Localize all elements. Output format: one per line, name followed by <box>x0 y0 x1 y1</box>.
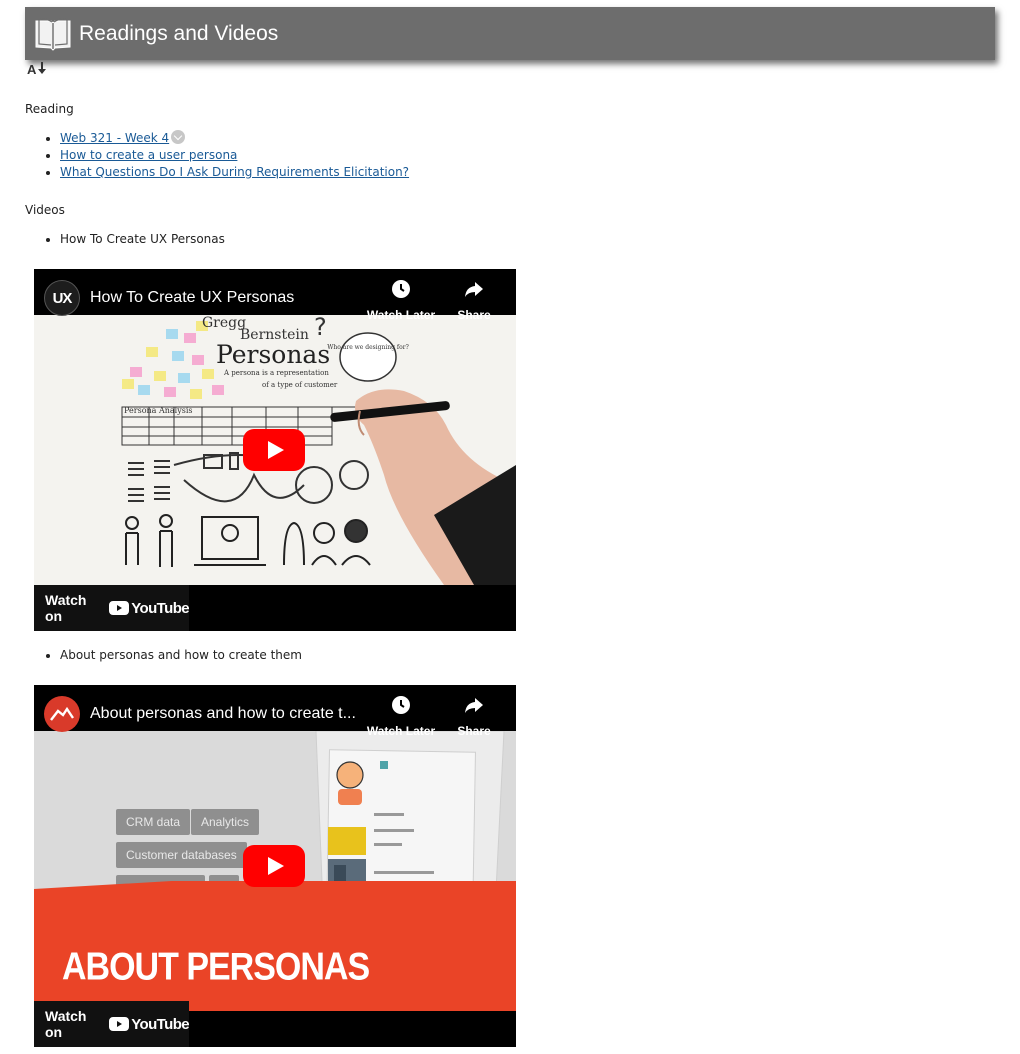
youtube-wordmark: YouTube <box>131 1015 189 1033</box>
video-list-1: How To Create UX Personas <box>42 231 225 248</box>
reading-list: Web 321 - Week 4 How to create a user pe… <box>42 130 409 181</box>
watch-later-label: Watch Later <box>366 308 436 322</box>
video-list-2: About personas and how to create them <box>42 647 302 664</box>
thumb-speech-bubble: Who are we designing for? <box>327 344 409 351</box>
share-arrow-icon <box>465 698 483 713</box>
list-item: How to create a user persona <box>60 147 409 164</box>
videos-heading: Videos <box>25 203 65 217</box>
channel-avatar[interactable] <box>44 696 80 732</box>
youtube-logo-icon <box>109 1017 130 1031</box>
reading-heading: Reading <box>25 102 74 116</box>
watch-on-youtube-button[interactable]: Watch on YouTube <box>34 1001 190 1047</box>
channel-avatar[interactable]: UX <box>44 280 80 316</box>
thumb-text-definition-2: of a type of customer <box>262 381 338 389</box>
youtube-play-button[interactable] <box>243 845 305 887</box>
thumb-text-personas: Personas <box>216 340 330 369</box>
open-book-icon <box>35 17 71 51</box>
channel-logo-icon <box>50 706 74 721</box>
list-item: What Questions Do I Ask During Requireme… <box>60 164 409 181</box>
youtube-play-button[interactable] <box>243 429 305 471</box>
youtube-embed-1[interactable]: Gregg Bernstein Personas A persona is a … <box>34 269 516 631</box>
share-label: Share <box>457 724 491 738</box>
page-title: Readings and Videos <box>79 21 279 45</box>
list-item: Web 321 - Week 4 <box>60 130 409 147</box>
share-button[interactable]: Share <box>439 279 509 322</box>
svg-text:A: A <box>27 62 37 77</box>
clock-icon <box>392 280 410 298</box>
watch-on-label: Watch on <box>45 1008 87 1040</box>
chevron-down-icon[interactable] <box>171 130 186 144</box>
youtube-logo-icon <box>109 601 130 615</box>
thumb-text-definition-1: A persona is a representation <box>223 369 329 377</box>
watch-later-button[interactable]: Watch Later <box>366 695 436 738</box>
watch-later-label: Watch Later <box>366 724 436 738</box>
sort-alpha-icon[interactable]: A <box>26 60 50 78</box>
about-personas-banner: ABOUT PERSONAS <box>62 945 370 989</box>
watch-later-button[interactable]: Watch Later <box>366 279 436 322</box>
thumb-question-mark: ? <box>314 315 327 341</box>
watch-on-youtube-button[interactable]: Watch on YouTube <box>34 585 190 631</box>
share-label: Share <box>457 308 491 322</box>
chip-analytics: Analytics <box>191 809 260 835</box>
video-title[interactable]: How To Create UX Personas <box>90 289 294 307</box>
list-item: About personas and how to create them <box>60 647 302 664</box>
video-header: About personas and how to create t... Wa… <box>34 685 516 738</box>
youtube-logo: YouTube <box>109 599 190 617</box>
page-header: Readings and Videos <box>25 7 995 60</box>
watch-on-label: Watch on <box>45 592 87 624</box>
share-arrow-icon <box>465 282 483 297</box>
clock-icon <box>392 696 410 714</box>
channel-badge: UX <box>52 289 73 307</box>
chip-crm-data: CRM data <box>116 809 191 835</box>
youtube-embed-2[interactable]: CRM data Analytics Customer databases Or… <box>34 685 516 1047</box>
youtube-wordmark: YouTube <box>131 599 189 617</box>
link-web321-week4[interactable]: Web 321 - Week 4 <box>60 131 169 145</box>
link-create-user-persona[interactable]: How to create a user persona <box>60 148 237 162</box>
list-item: How To Create UX Personas <box>60 231 225 248</box>
youtube-logo: YouTube <box>109 1015 190 1033</box>
video-title[interactable]: About personas and how to create t... <box>90 705 356 723</box>
video-header: UX How To Create UX Personas Watch Later… <box>34 269 516 322</box>
chip-customer-databases: Customer databases <box>116 842 247 868</box>
share-button[interactable]: Share <box>439 695 509 738</box>
link-requirements-elicitation[interactable]: What Questions Do I Ask During Requireme… <box>60 165 409 179</box>
